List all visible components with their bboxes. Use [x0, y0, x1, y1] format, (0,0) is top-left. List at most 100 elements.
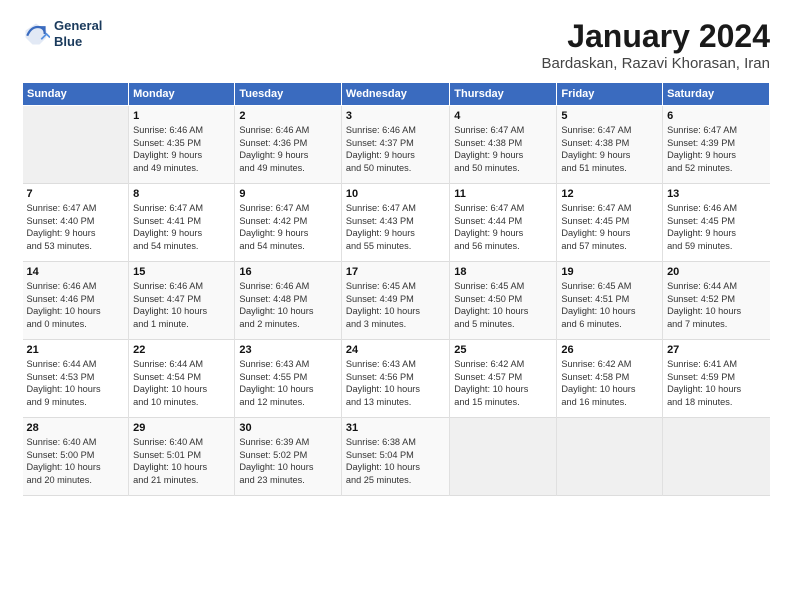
day-number: 8 — [133, 188, 230, 200]
calendar-week-row: 7Sunrise: 6:47 AMSunset: 4:40 PMDaylight… — [23, 184, 770, 262]
logo-text: General Blue — [54, 18, 102, 49]
day-number: 14 — [27, 266, 125, 278]
calendar-subtitle: Bardaskan, Razavi Khorasan, Iran — [542, 55, 770, 72]
day-number: 27 — [667, 344, 765, 356]
calendar-cell: 7Sunrise: 6:47 AMSunset: 4:40 PMDaylight… — [23, 184, 129, 262]
calendar-cell: 9Sunrise: 6:47 AMSunset: 4:42 PMDaylight… — [235, 184, 342, 262]
day-info: Sunrise: 6:43 AMSunset: 4:56 PMDaylight:… — [346, 358, 445, 409]
day-number: 6 — [667, 110, 765, 122]
logo-icon — [22, 20, 50, 48]
header: General Blue January 2024 Bardaskan, Raz… — [22, 18, 770, 72]
day-info: Sunrise: 6:40 AMSunset: 5:01 PMDaylight:… — [133, 436, 230, 487]
day-number: 3 — [346, 110, 445, 122]
weekday-header: Monday — [129, 83, 235, 106]
day-number: 1 — [133, 110, 230, 122]
page: { "header": { "logo_line1": "General", "… — [0, 0, 792, 612]
day-number: 25 — [454, 344, 552, 356]
day-number: 10 — [346, 188, 445, 200]
calendar-cell: 11 Sunrise: 6:47 AMSunset: 4:44 PMDayligh… — [450, 184, 557, 262]
calendar-cell: 24 Sunrise: 6:43 AMSunset: 4:56 PMDayligh… — [341, 340, 449, 418]
day-number: 22 — [133, 344, 230, 356]
weekday-header: Saturday — [663, 83, 770, 106]
day-number: 17 — [346, 266, 445, 278]
day-number: 7 — [27, 188, 125, 200]
day-number: 31 — [346, 422, 445, 434]
day-info: Sunrise: 6:46 AMSunset: 4:48 PMDaylight:… — [239, 280, 337, 331]
day-info: Sunrise: 6:45 AMSunset: 4:50 PMDaylight:… — [454, 280, 552, 331]
calendar-header: SundayMondayTuesdayWednesdayThursdayFrid… — [23, 83, 770, 106]
calendar-cell: 30 Sunrise: 6:39 AMSunset: 5:02 PMDayligh… — [235, 418, 342, 496]
day-info: Sunrise: 6:41 AMSunset: 4:59 PMDaylight:… — [667, 358, 765, 409]
calendar-cell: 1 Sunrise: 6:46 AMSunset: 4:35 PMDaylight… — [129, 106, 235, 184]
day-info: Sunrise: 6:46 AMSunset: 4:45 PMDaylight:… — [667, 202, 765, 253]
day-number: 11 — [454, 188, 552, 200]
calendar-cell: 31Sunrise: 6:38 AMSunset: 5:04 PMDayligh… — [341, 418, 449, 496]
day-info: Sunrise: 6:46 AMSunset: 4:46 PMDaylight:… — [27, 280, 125, 331]
day-number: 21 — [27, 344, 125, 356]
calendar-cell: 28 Sunrise: 6:40 AMSunset: 5:00 PMDayligh… — [23, 418, 129, 496]
title-block: January 2024 Bardaskan, Razavi Khorasan,… — [542, 18, 770, 72]
calendar-cell: 2 Sunrise: 6:46 AMSunset: 4:36 PMDaylight… — [235, 106, 342, 184]
day-number: 30 — [239, 422, 337, 434]
day-info: Sunrise: 6:46 AMSunset: 4:37 PMDaylight:… — [346, 124, 445, 175]
day-info: Sunrise: 6:40 AMSunset: 5:00 PMDaylight:… — [27, 436, 125, 487]
day-info: Sunrise: 6:47 AMSunset: 4:38 PMDaylight:… — [454, 124, 552, 175]
calendar-body: 1 Sunrise: 6:46 AMSunset: 4:35 PMDaylight… — [23, 106, 770, 496]
calendar-cell: 4 Sunrise: 6:47 AMSunset: 4:38 PMDaylight… — [450, 106, 557, 184]
day-info: Sunrise: 6:47 AMSunset: 4:42 PMDaylight:… — [239, 202, 337, 253]
day-info: Sunrise: 6:47 AMSunset: 4:44 PMDaylight:… — [454, 202, 552, 253]
calendar-cell — [663, 418, 770, 496]
calendar-title: January 2024 — [542, 18, 770, 55]
day-info: Sunrise: 6:46 AMSunset: 4:36 PMDaylight:… — [239, 124, 337, 175]
weekday-header: Sunday — [23, 83, 129, 106]
day-info: Sunrise: 6:47 AMSunset: 4:43 PMDaylight:… — [346, 202, 445, 253]
calendar-table: SundayMondayTuesdayWednesdayThursdayFrid… — [22, 82, 770, 496]
calendar-cell: 12 Sunrise: 6:47 AMSunset: 4:45 PMDayligh… — [557, 184, 663, 262]
day-info: Sunrise: 6:46 AMSunset: 4:35 PMDaylight:… — [133, 124, 230, 175]
weekday-row: SundayMondayTuesdayWednesdayThursdayFrid… — [23, 83, 770, 106]
calendar-cell: 22 Sunrise: 6:44 AMSunset: 4:54 PMDayligh… — [129, 340, 235, 418]
calendar-cell: 19 Sunrise: 6:45 AMSunset: 4:51 PMDayligh… — [557, 262, 663, 340]
day-info: Sunrise: 6:46 AMSunset: 4:47 PMDaylight:… — [133, 280, 230, 331]
calendar-cell: 27 Sunrise: 6:41 AMSunset: 4:59 PMDayligh… — [663, 340, 770, 418]
calendar-week-row: 14 Sunrise: 6:46 AMSunset: 4:46 PMDayligh… — [23, 262, 770, 340]
day-number: 2 — [239, 110, 337, 122]
day-number: 19 — [561, 266, 658, 278]
day-number: 24 — [346, 344, 445, 356]
day-info: Sunrise: 6:42 AMSunset: 4:58 PMDaylight:… — [561, 358, 658, 409]
calendar-cell: 21 Sunrise: 6:44 AMSunset: 4:53 PMDayligh… — [23, 340, 129, 418]
calendar-cell: 15 Sunrise: 6:46 AMSunset: 4:47 PMDayligh… — [129, 262, 235, 340]
day-info: Sunrise: 6:45 AMSunset: 4:49 PMDaylight:… — [346, 280, 445, 331]
calendar-cell: 6Sunrise: 6:47 AMSunset: 4:39 PMDaylight… — [663, 106, 770, 184]
day-number: 29 — [133, 422, 230, 434]
day-number: 13 — [667, 188, 765, 200]
day-info: Sunrise: 6:47 AMSunset: 4:38 PMDaylight:… — [561, 124, 658, 175]
day-info: Sunrise: 6:39 AMSunset: 5:02 PMDaylight:… — [239, 436, 337, 487]
calendar-cell: 14 Sunrise: 6:46 AMSunset: 4:46 PMDayligh… — [23, 262, 129, 340]
day-info: Sunrise: 6:43 AMSunset: 4:55 PMDaylight:… — [239, 358, 337, 409]
calendar-week-row: 21 Sunrise: 6:44 AMSunset: 4:53 PMDayligh… — [23, 340, 770, 418]
day-number: 15 — [133, 266, 230, 278]
calendar-week-row: 1 Sunrise: 6:46 AMSunset: 4:35 PMDaylight… — [23, 106, 770, 184]
day-info: Sunrise: 6:47 AMSunset: 4:45 PMDaylight:… — [561, 202, 658, 253]
day-number: 4 — [454, 110, 552, 122]
calendar-cell: 23 Sunrise: 6:43 AMSunset: 4:55 PMDayligh… — [235, 340, 342, 418]
day-number: 23 — [239, 344, 337, 356]
day-info: Sunrise: 6:44 AMSunset: 4:52 PMDaylight:… — [667, 280, 765, 331]
day-number: 16 — [239, 266, 337, 278]
weekday-header: Thursday — [450, 83, 557, 106]
day-info: Sunrise: 6:44 AMSunset: 4:53 PMDaylight:… — [27, 358, 125, 409]
day-number: 28 — [27, 422, 125, 434]
day-info: Sunrise: 6:45 AMSunset: 4:51 PMDaylight:… — [561, 280, 658, 331]
day-info: Sunrise: 6:47 AMSunset: 4:41 PMDaylight:… — [133, 202, 230, 253]
day-number: 12 — [561, 188, 658, 200]
calendar-cell: 13 Sunrise: 6:46 AMSunset: 4:45 PMDayligh… — [663, 184, 770, 262]
calendar-cell: 26Sunrise: 6:42 AMSunset: 4:58 PMDayligh… — [557, 340, 663, 418]
calendar-cell: 8 Sunrise: 6:47 AMSunset: 4:41 PMDaylight… — [129, 184, 235, 262]
calendar-cell: 5Sunrise: 6:47 AMSunset: 4:38 PMDaylight… — [557, 106, 663, 184]
calendar-cell: 29 Sunrise: 6:40 AMSunset: 5:01 PMDayligh… — [129, 418, 235, 496]
day-number: 18 — [454, 266, 552, 278]
calendar-cell: 18 Sunrise: 6:45 AMSunset: 4:50 PMDayligh… — [450, 262, 557, 340]
day-info: Sunrise: 6:44 AMSunset: 4:54 PMDaylight:… — [133, 358, 230, 409]
day-info: Sunrise: 6:42 AMSunset: 4:57 PMDaylight:… — [454, 358, 552, 409]
